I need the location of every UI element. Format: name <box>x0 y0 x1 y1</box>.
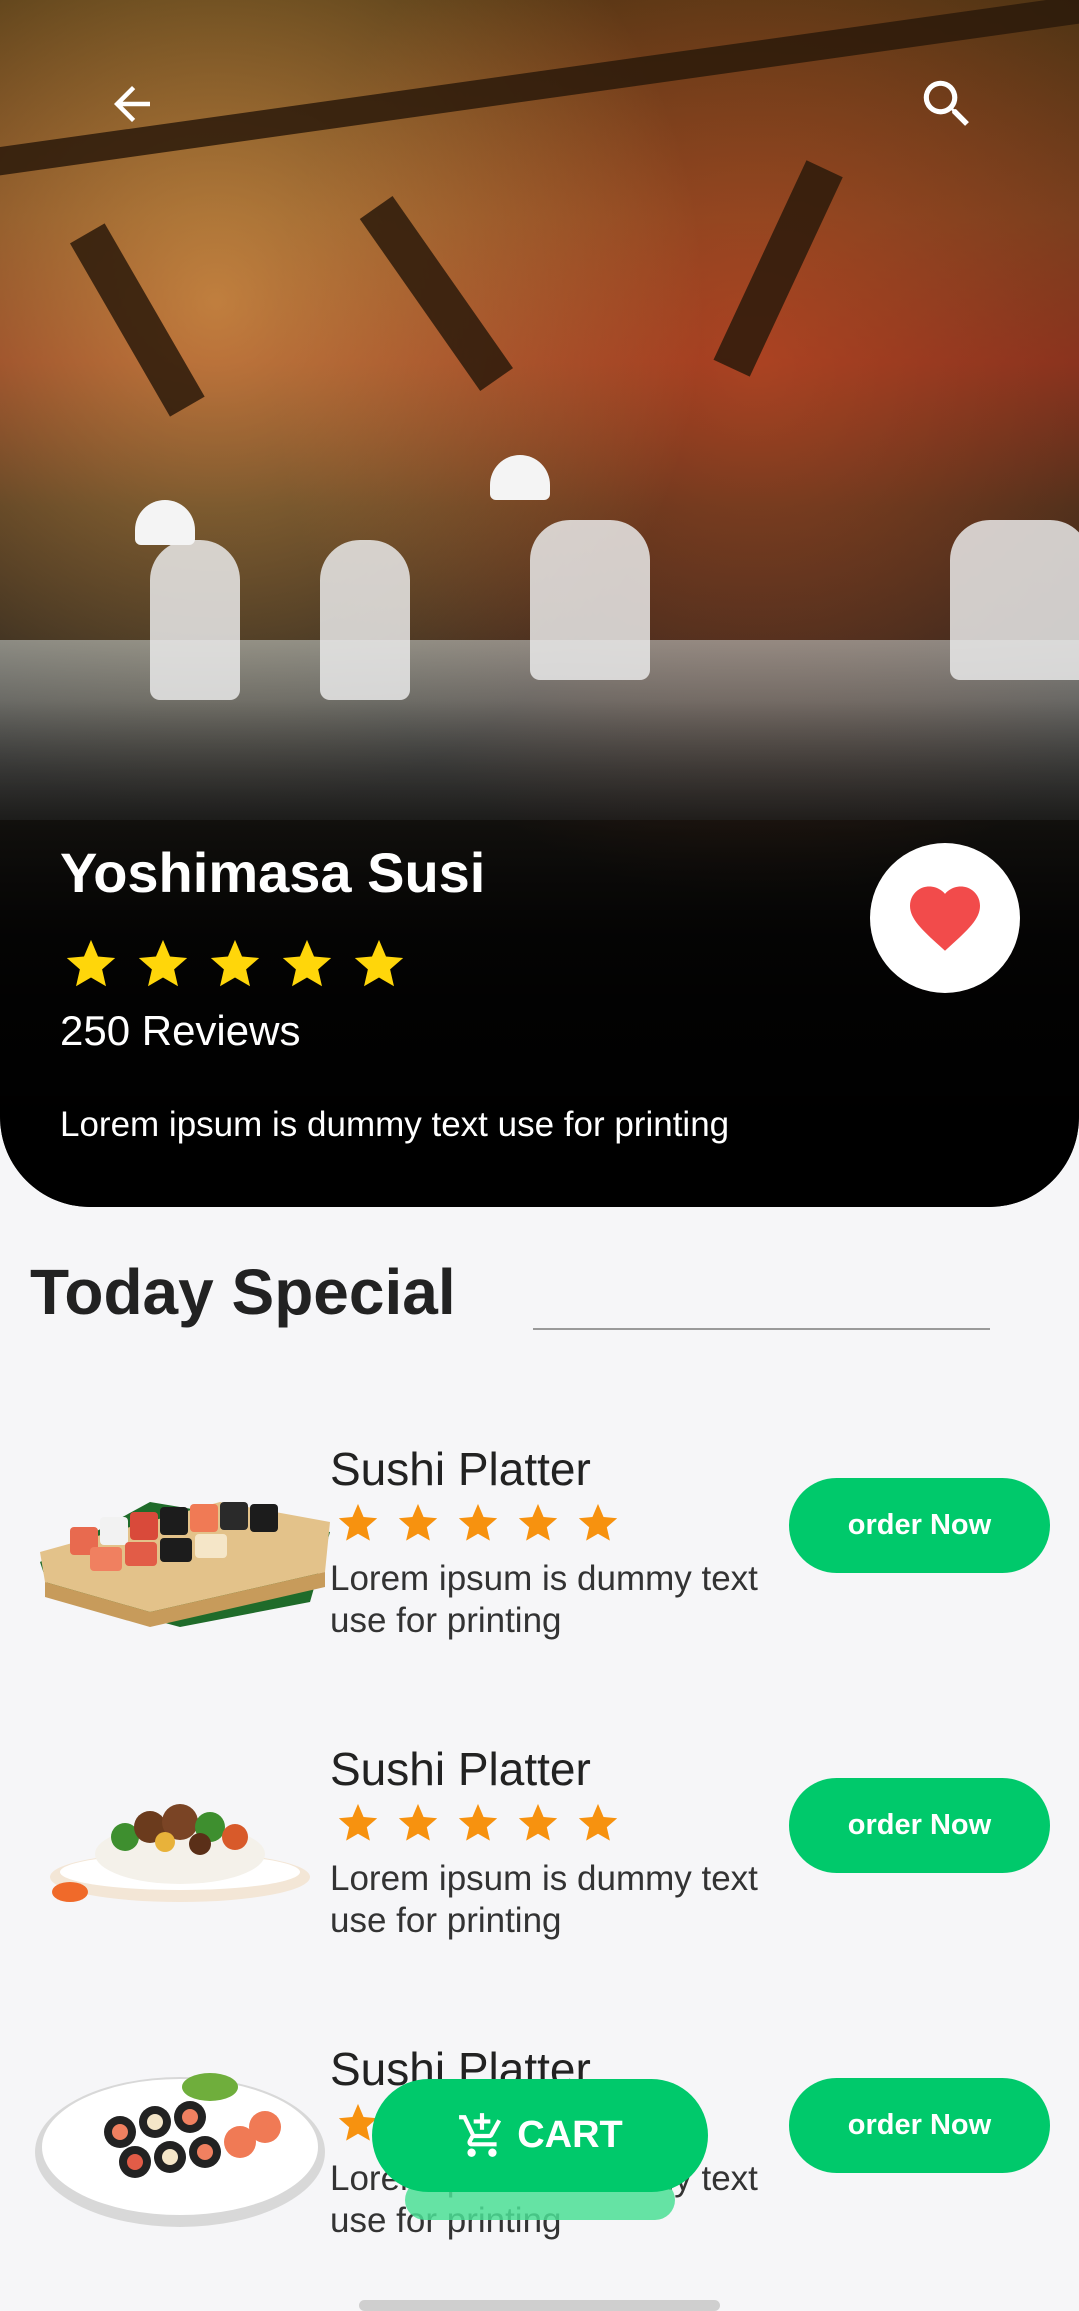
ceiling-beam <box>359 196 513 392</box>
section-title: Today Special <box>30 1256 456 1328</box>
item-title: Sushi Platter <box>330 1743 591 1795</box>
chef-figure <box>530 520 650 680</box>
chef-hat <box>490 455 550 500</box>
heart-icon <box>910 886 980 951</box>
item-rating <box>335 1500 621 1546</box>
sushi-rolls-plate-image <box>35 2073 325 2227</box>
ceiling-beam <box>70 223 205 417</box>
item-title: Sushi Platter <box>330 1443 591 1495</box>
cart-button[interactable]: CART <box>372 2079 708 2192</box>
star-icon <box>338 1803 378 1841</box>
order-now-button[interactable]: order Now <box>789 2078 1050 2173</box>
star-icon <box>398 1503 438 1541</box>
search-button[interactable] <box>907 64 987 144</box>
restaurant-description: Lorem ipsum is dummy text use for printi… <box>60 1105 730 1144</box>
favorite-button[interactable] <box>870 843 1020 993</box>
menu-item: Sushi Platter Lorem ipsum is dummy text … <box>0 1742 1079 1972</box>
star-icon <box>578 1803 618 1841</box>
chef-figure <box>950 520 1079 680</box>
cart-plus-icon <box>459 2112 502 2157</box>
ceiling-beam <box>713 160 843 377</box>
restaurant-name: Yoshimasa Susi <box>60 841 486 904</box>
order-now-button[interactable]: order Now <box>789 1478 1050 1573</box>
home-indicator[interactable] <box>359 2300 720 2311</box>
item-description: Lorem ipsum is dummy text use for printi… <box>330 1859 758 1940</box>
star-icon <box>518 1503 558 1541</box>
star-icon <box>282 939 332 987</box>
star-icon <box>458 1803 498 1841</box>
cart-label: CART <box>517 2114 623 2156</box>
search-icon <box>923 80 969 126</box>
star-icon <box>578 1503 618 1541</box>
star-icon <box>354 939 404 987</box>
back-button[interactable] <box>92 64 172 144</box>
star-icon <box>138 939 188 987</box>
item-description: Lorem ipsum is dummy text use for printi… <box>330 1559 758 1640</box>
item-rating <box>335 1800 621 1846</box>
reviews-count: 250 Reviews <box>60 1007 301 1054</box>
restaurant-rating <box>62 935 408 993</box>
arrow-left-icon <box>114 86 150 122</box>
star-icon <box>66 939 116 987</box>
star-icon <box>210 939 260 987</box>
star-icon <box>338 1503 378 1541</box>
star-icon <box>398 1803 438 1841</box>
rice-plate-image <box>50 1804 310 1902</box>
order-now-button[interactable]: order Now <box>789 1778 1050 1873</box>
star-icon <box>458 1503 498 1541</box>
chef-hat <box>135 500 195 545</box>
chef-figure <box>320 540 410 700</box>
star-icon <box>518 1803 558 1841</box>
sushi-board-image <box>40 1502 330 1627</box>
chef-figure <box>150 540 240 700</box>
section-divider <box>533 1328 990 1330</box>
menu-item: Sushi Platter Lorem ipsum is dummy text … <box>0 1442 1079 1672</box>
